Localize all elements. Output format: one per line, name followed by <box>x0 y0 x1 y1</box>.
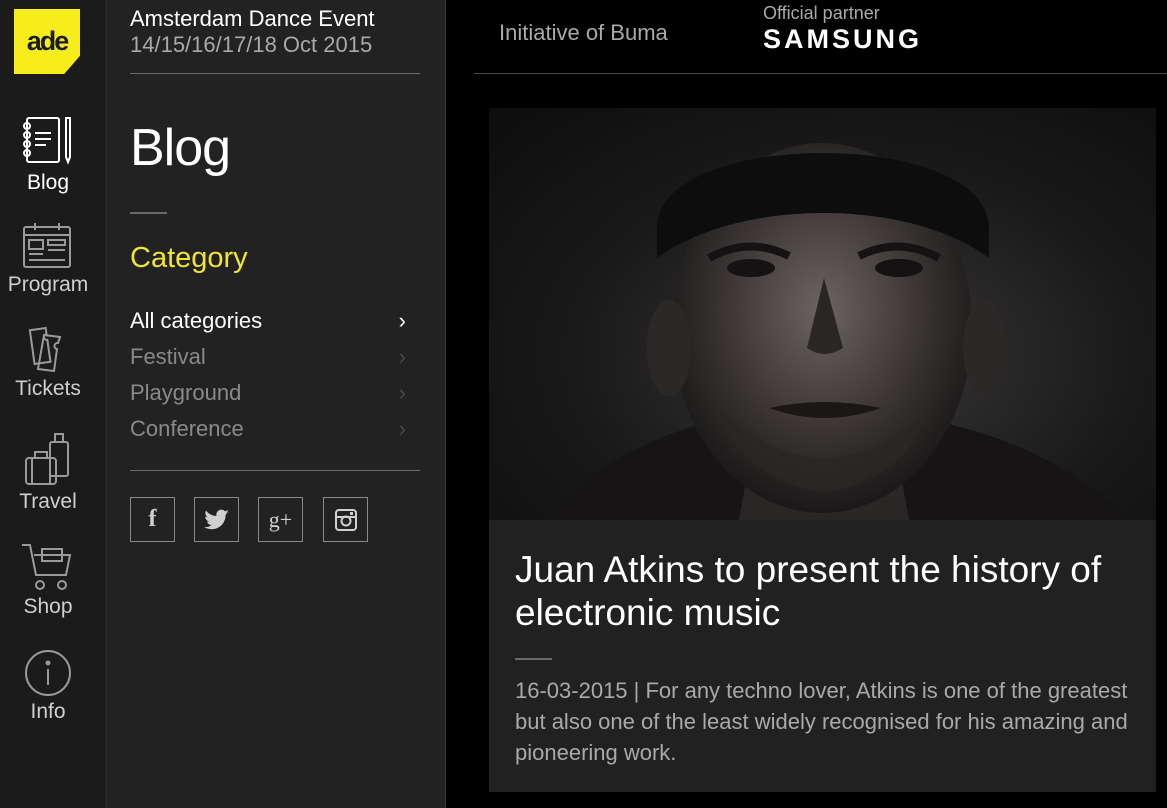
rail-item-tickets[interactable]: Tickets <box>0 325 96 401</box>
rail-item-blog[interactable]: Blog <box>0 113 96 195</box>
chevron-right-icon: › <box>398 380 406 405</box>
category-item-all[interactable]: All categories › <box>130 308 406 334</box>
twitter-button[interactable] <box>194 497 239 542</box>
partner-logo[interactable]: SAMSUNG <box>763 24 922 55</box>
category-item-festival[interactable]: Festival › <box>130 344 406 370</box>
category-label: All categories <box>130 308 263 333</box>
title-underline <box>130 212 167 214</box>
rail-item-info[interactable]: Info <box>0 648 96 724</box>
divider <box>130 470 420 471</box>
instagram-icon <box>334 508 357 531</box>
article-excerpt: 16-03-2015 | For any techno lover, Atkin… <box>515 678 1128 765</box>
rail-item-program[interactable]: Program <box>0 221 96 297</box>
category-label: Playground <box>130 380 242 405</box>
category-label: Festival <box>130 344 206 369</box>
category-label: Conference <box>130 416 244 441</box>
partner-label: Official partner <box>763 3 880 23</box>
facebook-button[interactable]: f <box>130 497 175 542</box>
facebook-icon: f <box>148 506 157 532</box>
article-image[interactable] <box>489 108 1156 520</box>
ade-logo[interactable]: ade <box>14 9 80 74</box>
chevron-right-icon: › <box>398 308 406 333</box>
headline-underline <box>515 658 552 660</box>
event-title: Amsterdam Dance Event <box>130 6 375 31</box>
rail-item-label: Tickets <box>15 377 81 400</box>
rail-item-travel[interactable]: Travel <box>0 430 96 514</box>
logo-text: ade <box>26 26 70 56</box>
travel-icon <box>25 433 69 485</box>
divider <box>130 73 420 74</box>
article-card[interactable]: Juan Atkins to present the history of el… <box>489 108 1156 792</box>
chevron-right-icon: › <box>398 344 406 369</box>
info-icon <box>25 650 71 696</box>
rail-item-label: Shop <box>23 595 73 618</box>
rail-item-label: Program <box>7 273 89 296</box>
category-heading: Category <box>130 242 248 274</box>
event-dates: 14/15/16/17/18 Oct 2015 <box>130 32 373 57</box>
program-icon <box>23 223 71 268</box>
rail-item-label: Blog <box>26 171 70 194</box>
page-title: Blog <box>130 119 231 177</box>
blog-sidebar: Amsterdam Dance Event 14/15/16/17/18 Oct… <box>107 0 446 808</box>
portrait-illustration <box>549 143 1129 520</box>
rail-item-label: Info <box>30 700 66 723</box>
twitter-icon <box>203 509 229 529</box>
rail-item-label: Travel <box>19 490 77 513</box>
article-headline[interactable]: Juan Atkins to present the history of el… <box>515 548 1135 634</box>
shop-icon <box>22 544 72 590</box>
rail-item-shop[interactable]: Shop <box>0 541 96 619</box>
blog-icon <box>23 117 71 165</box>
icon-rail: ade Blog Program Tickets Travel Shop Inf… <box>0 0 107 808</box>
tickets-icon <box>28 326 62 373</box>
googleplus-icon: g+ <box>268 506 293 532</box>
initiative-link[interactable]: Initiative of Buma <box>499 20 668 46</box>
category-item-conference[interactable]: Conference › <box>130 416 406 442</box>
chevron-right-icon: › <box>398 416 406 441</box>
topbar-divider <box>474 73 1167 74</box>
category-item-playground[interactable]: Playground › <box>130 380 406 406</box>
googleplus-button[interactable]: g+ <box>258 497 303 542</box>
instagram-button[interactable] <box>323 497 368 542</box>
